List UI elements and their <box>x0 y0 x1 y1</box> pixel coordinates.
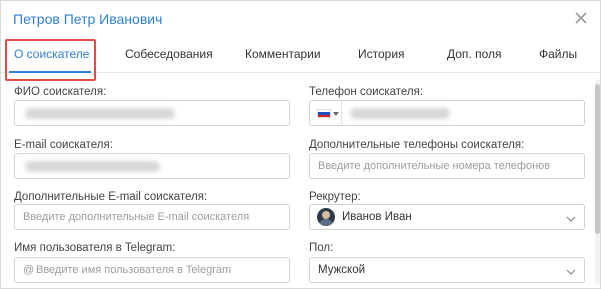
tab-comments[interactable]: Комментарии <box>245 37 321 73</box>
recruiter-value: Иванов Иван <box>342 211 412 223</box>
gender-label: Пол: <box>309 242 334 254</box>
email-field[interactable] <box>14 153 290 179</box>
candidate-name-title: Петров Петр Иванович <box>13 11 163 27</box>
phone-field[interactable] <box>309 100 585 126</box>
tab-files[interactable]: Файлы <box>539 37 577 73</box>
scrollbar-thumb[interactable] <box>595 84 600 234</box>
country-code-selector[interactable] <box>310 101 342 125</box>
recruiter-label: Рекрутер: <box>309 191 361 203</box>
phone-blurred-value <box>350 108 450 119</box>
extra-phones-field[interactable]: Введите дополнительные номера телефонов <box>309 153 585 179</box>
extra-emails-placeholder: Введите дополнительные E-mail соискателя <box>23 211 250 223</box>
telegram-label: Имя пользователя в Telegram: <box>14 242 176 254</box>
caret-down-icon <box>333 112 339 116</box>
chevron-down-icon <box>566 213 576 223</box>
extra-phones-placeholder: Введите дополнительные номера телефонов <box>318 160 551 172</box>
fio-label: ФИО соискателя: <box>14 86 107 98</box>
phone-label: Телефон соискателя: <box>309 86 424 98</box>
tab-extra-fields[interactable]: Доп. поля <box>447 37 502 73</box>
modal-header: Петров Петр Иванович <box>1 1 600 37</box>
candidate-modal: Петров Петр Иванович О соискателе Собесе… <box>0 0 601 289</box>
tab-history[interactable]: История <box>358 37 405 73</box>
extra-phones-label: Дополнительные телефоны соискателя: <box>309 139 525 151</box>
fio-field[interactable] <box>14 100 290 126</box>
extra-emails-label: Дополнительные E-mail соискателя: <box>14 191 208 203</box>
avatar <box>317 208 335 226</box>
gender-select[interactable]: Мужской <box>309 257 585 283</box>
extra-emails-field[interactable]: Введите дополнительные E-mail соискателя <box>14 204 290 230</box>
tab-interviews[interactable]: Собеседования <box>125 37 213 73</box>
fio-blurred-value <box>25 108 175 119</box>
ru-flag-icon <box>317 109 331 118</box>
close-icon[interactable] <box>570 7 592 29</box>
scrollbar[interactable] <box>595 79 600 284</box>
recruiter-select[interactable]: Иванов Иван <box>309 204 585 230</box>
chevron-down-icon <box>566 266 576 276</box>
telegram-placeholder: Введите имя пользователя в Telegram <box>36 264 232 276</box>
at-sign-icon: @ <box>23 264 35 276</box>
email-blurred-value <box>25 161 160 172</box>
email-label: E-mail соискателя: <box>14 139 113 151</box>
active-tab-highlight-frame <box>5 39 96 81</box>
gender-value: Мужской <box>318 264 366 276</box>
telegram-field[interactable]: @ Введите имя пользователя в Telegram <box>14 257 290 283</box>
